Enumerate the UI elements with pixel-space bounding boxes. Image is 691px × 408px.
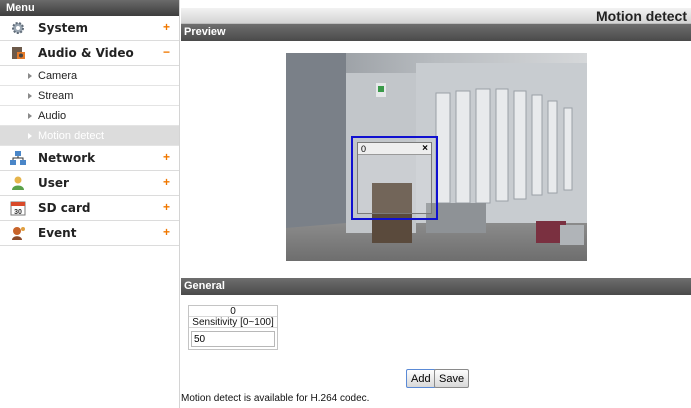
triangle-right-icon [28,72,32,79]
collapse-icon[interactable]: − [163,45,170,59]
expand-icon[interactable]: + [163,175,170,189]
triangle-right-icon [28,92,32,99]
network-icon [8,150,28,166]
motion-detection-window[interactable]: 0 × [351,136,438,220]
event-icon [8,225,28,241]
motion-window-frame[interactable]: 0 × [357,142,432,214]
expand-icon[interactable]: + [163,200,170,214]
sidebar-item-user[interactable]: User + [0,171,179,196]
expand-icon[interactable]: + [163,225,170,239]
sidebar-item-label: SD card [38,201,91,215]
sidebar-item-network[interactable]: Network + [0,146,179,171]
sidebar-subitem-label: Motion detect [38,129,105,142]
triangle-right-icon [28,132,32,139]
gear-icon [8,20,28,36]
motion-window-index: 0 [361,143,367,154]
user-icon [8,175,28,191]
sidebar-item-label: Audio & Video [38,46,134,60]
page-title-bar: Motion detect [181,0,691,24]
window-index-header: 0 [189,306,277,317]
sensitivity-label: Sensitivity [0~100] [189,317,277,328]
sidebar-item-system[interactable]: System + [0,16,179,41]
motion-window-header[interactable]: 0 × [358,143,431,155]
sidebar-subitem-stream[interactable]: Stream [0,86,179,106]
expand-icon[interactable]: + [163,20,170,34]
sidebar-subitem-motion-detect[interactable]: Motion detect [0,126,179,146]
menu-header: Menu [0,0,179,16]
sidebar-subitem-label: Camera [38,69,78,82]
sidebar-subitem-camera[interactable]: Camera [0,66,179,86]
codec-note: Motion detect is available for H.264 cod… [181,393,370,404]
triangle-right-icon [28,112,32,119]
sidebar-item-label: User [38,176,69,190]
sensitivity-table: 0 Sensitivity [0~100] [188,305,278,350]
sidebar-subitem-audio[interactable]: Audio [0,106,179,126]
sidebar-item-label: System [38,21,88,35]
add-button[interactable]: Add [406,369,436,388]
sidebar-menu: Menu System + Audio & Video − Camera Str… [0,0,180,408]
preview-section-header: Preview [181,24,691,41]
sensitivity-input[interactable] [191,331,275,347]
calendar-icon: 30 [8,200,28,216]
preview-area: 0 × [181,41,691,278]
expand-icon[interactable]: + [163,150,170,164]
sidebar-item-label: Event [38,226,77,240]
main-content: Motion detect Preview 0 × General 0 Sens… [181,0,691,408]
sidebar-item-sd-card[interactable]: 30 SD card + [0,196,179,221]
sidebar-item-event[interactable]: Event + [0,221,179,246]
general-area: 0 Sensitivity [0~100] Add Save Motion de… [181,295,691,408]
sidebar-subitem-label: Audio [38,109,67,122]
page-title: Motion detect [596,8,687,24]
save-button[interactable]: Save [434,369,470,388]
sidebar-item-label: Network [38,151,96,165]
general-section-header: General [181,278,691,295]
sidebar-item-audio-video[interactable]: Audio & Video − [0,41,179,66]
camera-icon [8,45,28,61]
close-icon[interactable]: × [422,143,428,154]
sidebar-subitem-label: Stream [38,89,74,102]
svg-text:30: 30 [14,209,22,216]
